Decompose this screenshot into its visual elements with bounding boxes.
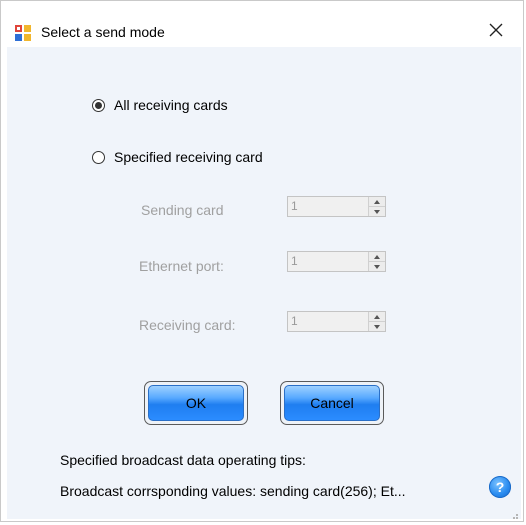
title-bar: Select a send mode [1,1,523,41]
receiving-card-value[interactable]: 1 [291,314,298,328]
sending-card-value[interactable]: 1 [291,199,298,213]
resize-grip-icon[interactable] [509,507,519,519]
tips-heading: Specified broadcast data operating tips: [60,452,306,468]
tips-text: Broadcast corrsponding values: sending c… [60,483,406,499]
spin-up-button[interactable] [369,312,385,322]
arrow-down-icon [374,209,380,214]
spin-down-button[interactable] [369,262,385,271]
spin-up-button[interactable] [369,252,385,262]
sending-card-spinner[interactable]: 1 [287,196,386,217]
arrow-down-icon [374,324,380,329]
dialog-body [7,47,521,519]
help-icon[interactable]: ? [489,476,511,498]
arrow-up-icon [374,199,380,204]
radio-button-unchecked[interactable] [92,150,105,164]
receiving-card-spinner[interactable]: 1 [287,311,386,332]
cancel-button[interactable]: Cancel [280,381,384,425]
cancel-button-face[interactable]: Cancel [284,385,380,421]
sending-card-spin-buttons [368,197,385,216]
arrow-up-icon [374,254,380,259]
send-mode-dialog: Select a send mode All receiving cards S… [0,0,524,522]
radio-label-specified-receiving-card: Specified receiving card [114,149,263,165]
ethernet-port-label: Ethernet port: [139,258,224,274]
radio-label-all-receiving-cards: All receiving cards [114,97,228,113]
close-icon [489,23,503,42]
app-window-icon [15,25,31,41]
ethernet-port-value[interactable]: 1 [291,254,298,268]
spin-down-button[interactable] [369,322,385,331]
receiving-card-spin-buttons [368,312,385,331]
receiving-card-label: Receiving card: [139,317,236,333]
spin-up-button[interactable] [369,197,385,207]
window-title: Select a send mode [41,24,165,40]
close-button[interactable] [481,17,511,47]
spin-down-button[interactable] [369,207,385,216]
radio-specified-receiving-card[interactable]: Specified receiving card [92,149,263,165]
ethernet-port-spin-buttons [368,252,385,271]
radio-button-checked[interactable] [92,98,105,112]
ok-button[interactable]: OK [144,381,248,425]
radio-all-receiving-cards[interactable]: All receiving cards [92,97,228,113]
arrow-down-icon [374,264,380,269]
sending-card-label: Sending card [141,202,224,218]
arrow-up-icon [374,314,380,319]
ethernet-port-spinner[interactable]: 1 [287,251,386,272]
ok-button-face[interactable]: OK [148,385,244,421]
